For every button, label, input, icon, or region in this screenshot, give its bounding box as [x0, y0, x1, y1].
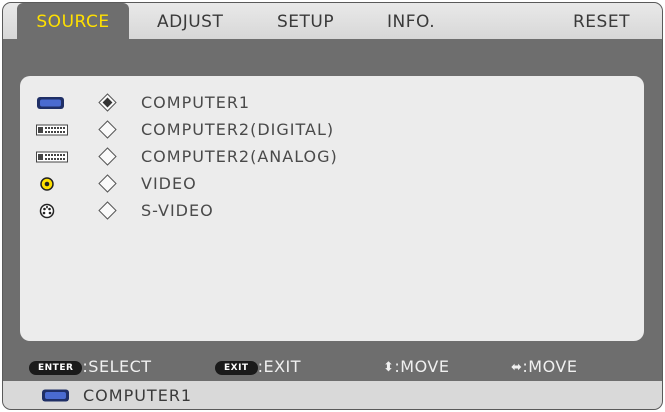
source-item-s-video[interactable]: S-VIDEO [20, 199, 644, 223]
menu-tab-bar: SOURCE ADJUST SETUP INFO. RESET [3, 3, 662, 39]
tab-adjust[interactable]: ADJUST [157, 3, 223, 39]
left-right-arrow-icon: ⬌ [511, 360, 523, 375]
up-down-arrow-icon: ⬍ [383, 360, 395, 375]
guide-exit: EXIT:EXIT [215, 355, 301, 379]
source-item-computer1[interactable]: COMPUTER1 [20, 91, 644, 115]
exit-key-icon: EXIT [215, 361, 258, 375]
s-video-icon [36, 203, 68, 219]
projector-menu: SOURCE ADJUST SETUP INFO. RESET COMPUTER… [2, 2, 663, 410]
guide-move-vertical-label: :MOVE [394, 357, 450, 376]
radio-button[interactable] [98, 120, 117, 139]
tab-source[interactable]: SOURCE [17, 3, 129, 39]
source-item-computer2-digital[interactable]: COMPUTER2(DIGITAL) [20, 118, 644, 142]
current-source-status-bar: COMPUTER1 [3, 381, 662, 409]
radio-button[interactable] [98, 147, 117, 166]
guide-move-vertical: ⬍:MOVE [383, 355, 449, 380]
source-label: VIDEO [141, 174, 197, 193]
enter-key-icon: ENTER [29, 361, 83, 375]
monitor-icon [41, 388, 71, 403]
guide-exit-label: :EXIT [257, 357, 302, 376]
radio-button[interactable] [98, 201, 117, 220]
dvi-connector-icon [36, 122, 68, 138]
source-label: S-VIDEO [141, 201, 214, 220]
source-label: COMPUTER1 [141, 93, 251, 112]
dvi-connector-icon [36, 149, 68, 165]
guide-move-horizontal-label: :MOVE [522, 357, 578, 376]
monitor-icon [36, 95, 68, 111]
tab-reset[interactable]: RESET [573, 3, 630, 39]
source-item-video[interactable]: VIDEO [20, 172, 644, 196]
guide-select-label: :SELECT [82, 357, 152, 376]
current-source-label: COMPUTER1 [83, 386, 193, 405]
radio-button-selected[interactable] [98, 93, 117, 112]
source-label: COMPUTER2(DIGITAL) [141, 120, 335, 139]
source-label: COMPUTER2(ANALOG) [141, 147, 338, 166]
button-guide-bar: ENTER:SELECT EXIT:EXIT ⬍:MOVE ⬌:MOVE [3, 355, 662, 379]
source-list-panel: COMPUTER1 COMPUTER2(DIGITAL) COMPUTER2(A… [20, 76, 644, 341]
radio-button[interactable] [98, 174, 117, 193]
tab-setup[interactable]: SETUP [277, 3, 334, 39]
tab-info[interactable]: INFO. [387, 3, 435, 39]
guide-move-horizontal: ⬌:MOVE [511, 355, 577, 380]
guide-select: ENTER:SELECT [29, 355, 152, 379]
rca-video-icon [36, 176, 68, 192]
source-item-computer2-analog[interactable]: COMPUTER2(ANALOG) [20, 145, 644, 169]
